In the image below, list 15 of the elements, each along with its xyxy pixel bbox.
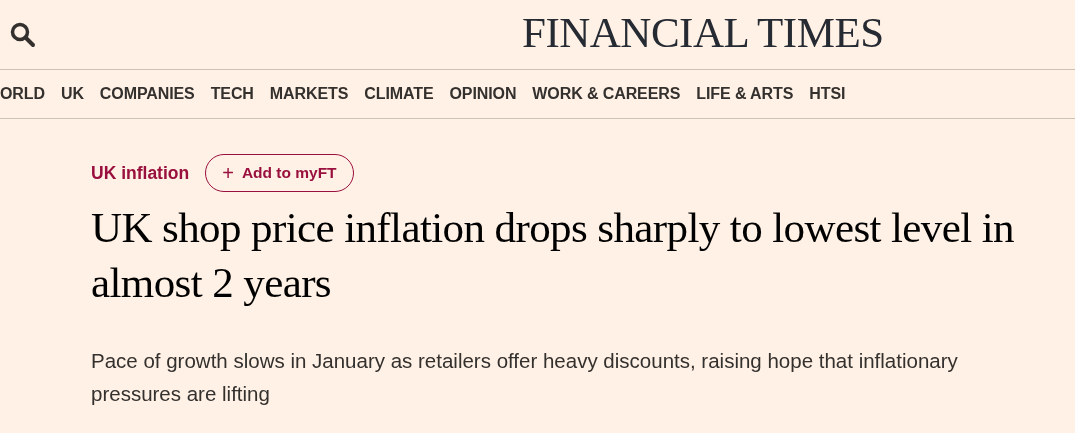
nav-link[interactable]: UK: [60, 85, 84, 103]
search-icon[interactable]: [10, 21, 36, 48]
nav-link[interactable]: ORLD: [0, 85, 45, 103]
standfirst: Pace of growth slows in January as retailers offer heavy discounts, raising hope that inflationary pressures are lifting: [91, 348, 959, 407]
masthead-logo[interactable]: FINANCIAL TIMES: [522, 10, 884, 56]
headline: UK shop price inflation drops sharply to lowest level in almost 2 years: [91, 203, 1015, 308]
nav-link[interactable]: CLIMATE: [364, 85, 434, 103]
nav-link[interactable]: WORK & CAREERS: [532, 85, 681, 103]
nav-link[interactable]: OPINION: [449, 85, 517, 103]
nav-link[interactable]: LIFE & ARTS: [696, 85, 794, 103]
nav-link[interactable]: COMPANIES: [99, 85, 195, 103]
nav-link[interactable]: MARKETS: [269, 85, 349, 103]
nav-link[interactable]: TECH: [210, 85, 254, 103]
nav-link[interactable]: HTSI: [809, 85, 846, 103]
topic-link[interactable]: UK inflation: [91, 162, 190, 184]
